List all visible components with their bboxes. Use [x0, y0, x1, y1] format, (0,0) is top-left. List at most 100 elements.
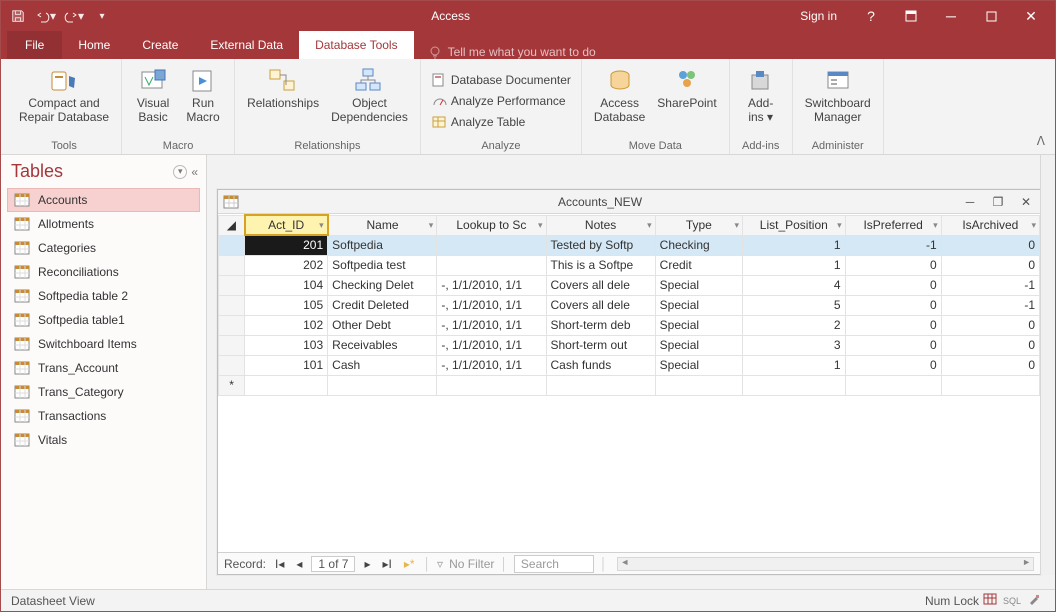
visual-basic-button[interactable]: Visual Basic — [128, 63, 178, 138]
cell[interactable]: 0 — [941, 335, 1039, 355]
cell[interactable]: Checking — [655, 235, 742, 255]
tab-file[interactable]: File — [7, 31, 62, 59]
column-dropdown-icon[interactable]: ▾ — [538, 220, 543, 231]
column-dropdown-icon[interactable]: ▾ — [647, 220, 652, 231]
column-header[interactable]: Notes▾ — [546, 215, 655, 235]
new-record-button[interactable]: ▸* — [401, 557, 418, 571]
sign-in-link[interactable]: Sign in — [788, 9, 849, 23]
cell[interactable]: Short-term deb — [546, 315, 655, 335]
table-row[interactable]: 201SoftpediaTested by SoftpChecking1-10 — [219, 235, 1040, 255]
object-dependencies-button[interactable]: Object Dependencies — [325, 63, 414, 138]
cell[interactable]: Tested by Softp — [546, 235, 655, 255]
cell[interactable]: 101 — [245, 355, 328, 375]
cell[interactable]: Other Debt — [328, 315, 437, 335]
win-restore-button[interactable]: ❐ — [984, 195, 1012, 209]
tab-home[interactable]: Home — [62, 31, 126, 59]
tab-create[interactable]: Create — [126, 31, 194, 59]
column-header[interactable]: List_Position▾ — [743, 215, 846, 235]
cell[interactable]: This is a Softpe — [546, 255, 655, 275]
run-macro-button[interactable]: Run Macro — [178, 63, 228, 138]
cell[interactable]: 105 — [245, 295, 328, 315]
table-row[interactable]: 101Cash-, 1/1/2010, 1/1Cash fundsSpecial… — [219, 355, 1040, 375]
column-dropdown-icon[interactable]: ▾ — [429, 220, 434, 231]
cell[interactable]: -1 — [941, 275, 1039, 295]
cell[interactable]: -, 1/1/2010, 1/1 — [437, 295, 546, 315]
first-record-button[interactable]: I◂ — [272, 557, 287, 571]
cell[interactable]: Checking Delet — [328, 275, 437, 295]
new-record-row[interactable]: * — [219, 375, 1040, 395]
column-header[interactable]: Name▾ — [328, 215, 437, 235]
table-row[interactable]: 104Checking Delet-, 1/1/2010, 1/1Covers … — [219, 275, 1040, 295]
collapse-ribbon-icon[interactable]: ᐱ — [1037, 134, 1045, 148]
cell[interactable]: Softpedia test — [328, 255, 437, 275]
addins-button[interactable]: Add- ins ▾ — [736, 63, 786, 138]
navpane-dropdown-icon[interactable]: ▾ — [173, 165, 187, 179]
column-dropdown-icon[interactable]: ▾ — [319, 220, 324, 231]
row-selector[interactable] — [219, 275, 245, 295]
select-all-cell[interactable]: ◢ — [219, 215, 245, 235]
cell[interactable]: 104 — [245, 275, 328, 295]
cell[interactable]: Special — [655, 275, 742, 295]
cell[interactable]: -1 — [845, 235, 941, 255]
cell[interactable] — [437, 255, 546, 275]
tab-external-data[interactable]: External Data — [194, 31, 299, 59]
table-item-categories[interactable]: Categories — [7, 236, 200, 260]
cell[interactable]: Special — [655, 335, 742, 355]
cell[interactable]: -, 1/1/2010, 1/1 — [437, 315, 546, 335]
navpane-collapse-icon[interactable]: « — [191, 165, 198, 179]
table-item-vitals[interactable]: Vitals — [7, 428, 200, 452]
column-dropdown-icon[interactable]: ▾ — [1031, 220, 1036, 231]
last-record-button[interactable]: ▸I — [379, 557, 394, 571]
column-dropdown-icon[interactable]: ▾ — [837, 220, 842, 231]
cell[interactable]: Cash funds — [546, 355, 655, 375]
cell[interactable]: Credit Deleted — [328, 295, 437, 315]
cell[interactable]: 1 — [743, 255, 846, 275]
help-icon[interactable]: ? — [853, 1, 889, 31]
relationships-button[interactable]: Relationships — [241, 63, 325, 138]
redo-icon[interactable]: ▾ — [63, 5, 85, 27]
filter-icon[interactable]: ▿ — [437, 557, 443, 571]
table-item-softpedia-table1[interactable]: Softpedia table1 — [7, 308, 200, 332]
cell[interactable]: 2 — [743, 315, 846, 335]
cell[interactable]: 0 — [845, 355, 941, 375]
cell[interactable]: Special — [655, 295, 742, 315]
table-item-softpedia-table-2[interactable]: Softpedia table 2 — [7, 284, 200, 308]
column-header[interactable]: Lookup to Sc▾ — [437, 215, 546, 235]
switchboard-manager-button[interactable]: Switchboard Manager — [799, 63, 877, 138]
cell[interactable]: 0 — [845, 335, 941, 355]
close-button[interactable]: ✕ — [1013, 1, 1049, 31]
cell[interactable]: 1 — [743, 355, 846, 375]
column-header[interactable]: Act_ID▾ — [245, 215, 328, 235]
analyze-performance-button[interactable]: Analyze Performance — [427, 91, 575, 111]
cell[interactable]: 0 — [845, 275, 941, 295]
column-dropdown-icon[interactable]: ▾ — [734, 220, 739, 231]
row-selector[interactable] — [219, 235, 245, 255]
cell[interactable]: 3 — [743, 335, 846, 355]
cell[interactable]: Softpedia — [328, 235, 437, 255]
horizontal-scrollbar[interactable] — [617, 557, 1034, 571]
cell[interactable]: Credit — [655, 255, 742, 275]
table-item-transactions[interactable]: Transactions — [7, 404, 200, 428]
cell[interactable]: 0 — [941, 315, 1039, 335]
cell[interactable]: 0 — [845, 295, 941, 315]
column-dropdown-icon[interactable]: ▾ — [933, 220, 938, 231]
table-item-trans-account[interactable]: Trans_Account — [7, 356, 200, 380]
cell[interactable]: 0 — [941, 255, 1039, 275]
cell[interactable]: 202 — [245, 255, 328, 275]
cell[interactable]: Special — [655, 355, 742, 375]
prev-record-button[interactable]: ◂ — [293, 557, 305, 571]
row-selector[interactable] — [219, 315, 245, 335]
compact-repair-button[interactable]: Compact and Repair Database — [13, 63, 115, 138]
table-item-switchboard-items[interactable]: Switchboard Items — [7, 332, 200, 356]
database-documenter-button[interactable]: Database Documenter — [427, 70, 575, 90]
cell[interactable]: Receivables — [328, 335, 437, 355]
cell[interactable]: 0 — [941, 355, 1039, 375]
cell[interactable]: -1 — [941, 295, 1039, 315]
row-selector[interactable] — [219, 255, 245, 275]
analyze-table-button[interactable]: Analyze Table — [427, 112, 575, 132]
sharepoint-button[interactable]: SharePoint — [651, 63, 722, 138]
cell[interactable]: 102 — [245, 315, 328, 335]
cell[interactable]: Covers all dele — [546, 295, 655, 315]
cell[interactable]: Short-term out — [546, 335, 655, 355]
table-row[interactable]: 202Softpedia test This is a SoftpeCredit1… — [219, 255, 1040, 275]
